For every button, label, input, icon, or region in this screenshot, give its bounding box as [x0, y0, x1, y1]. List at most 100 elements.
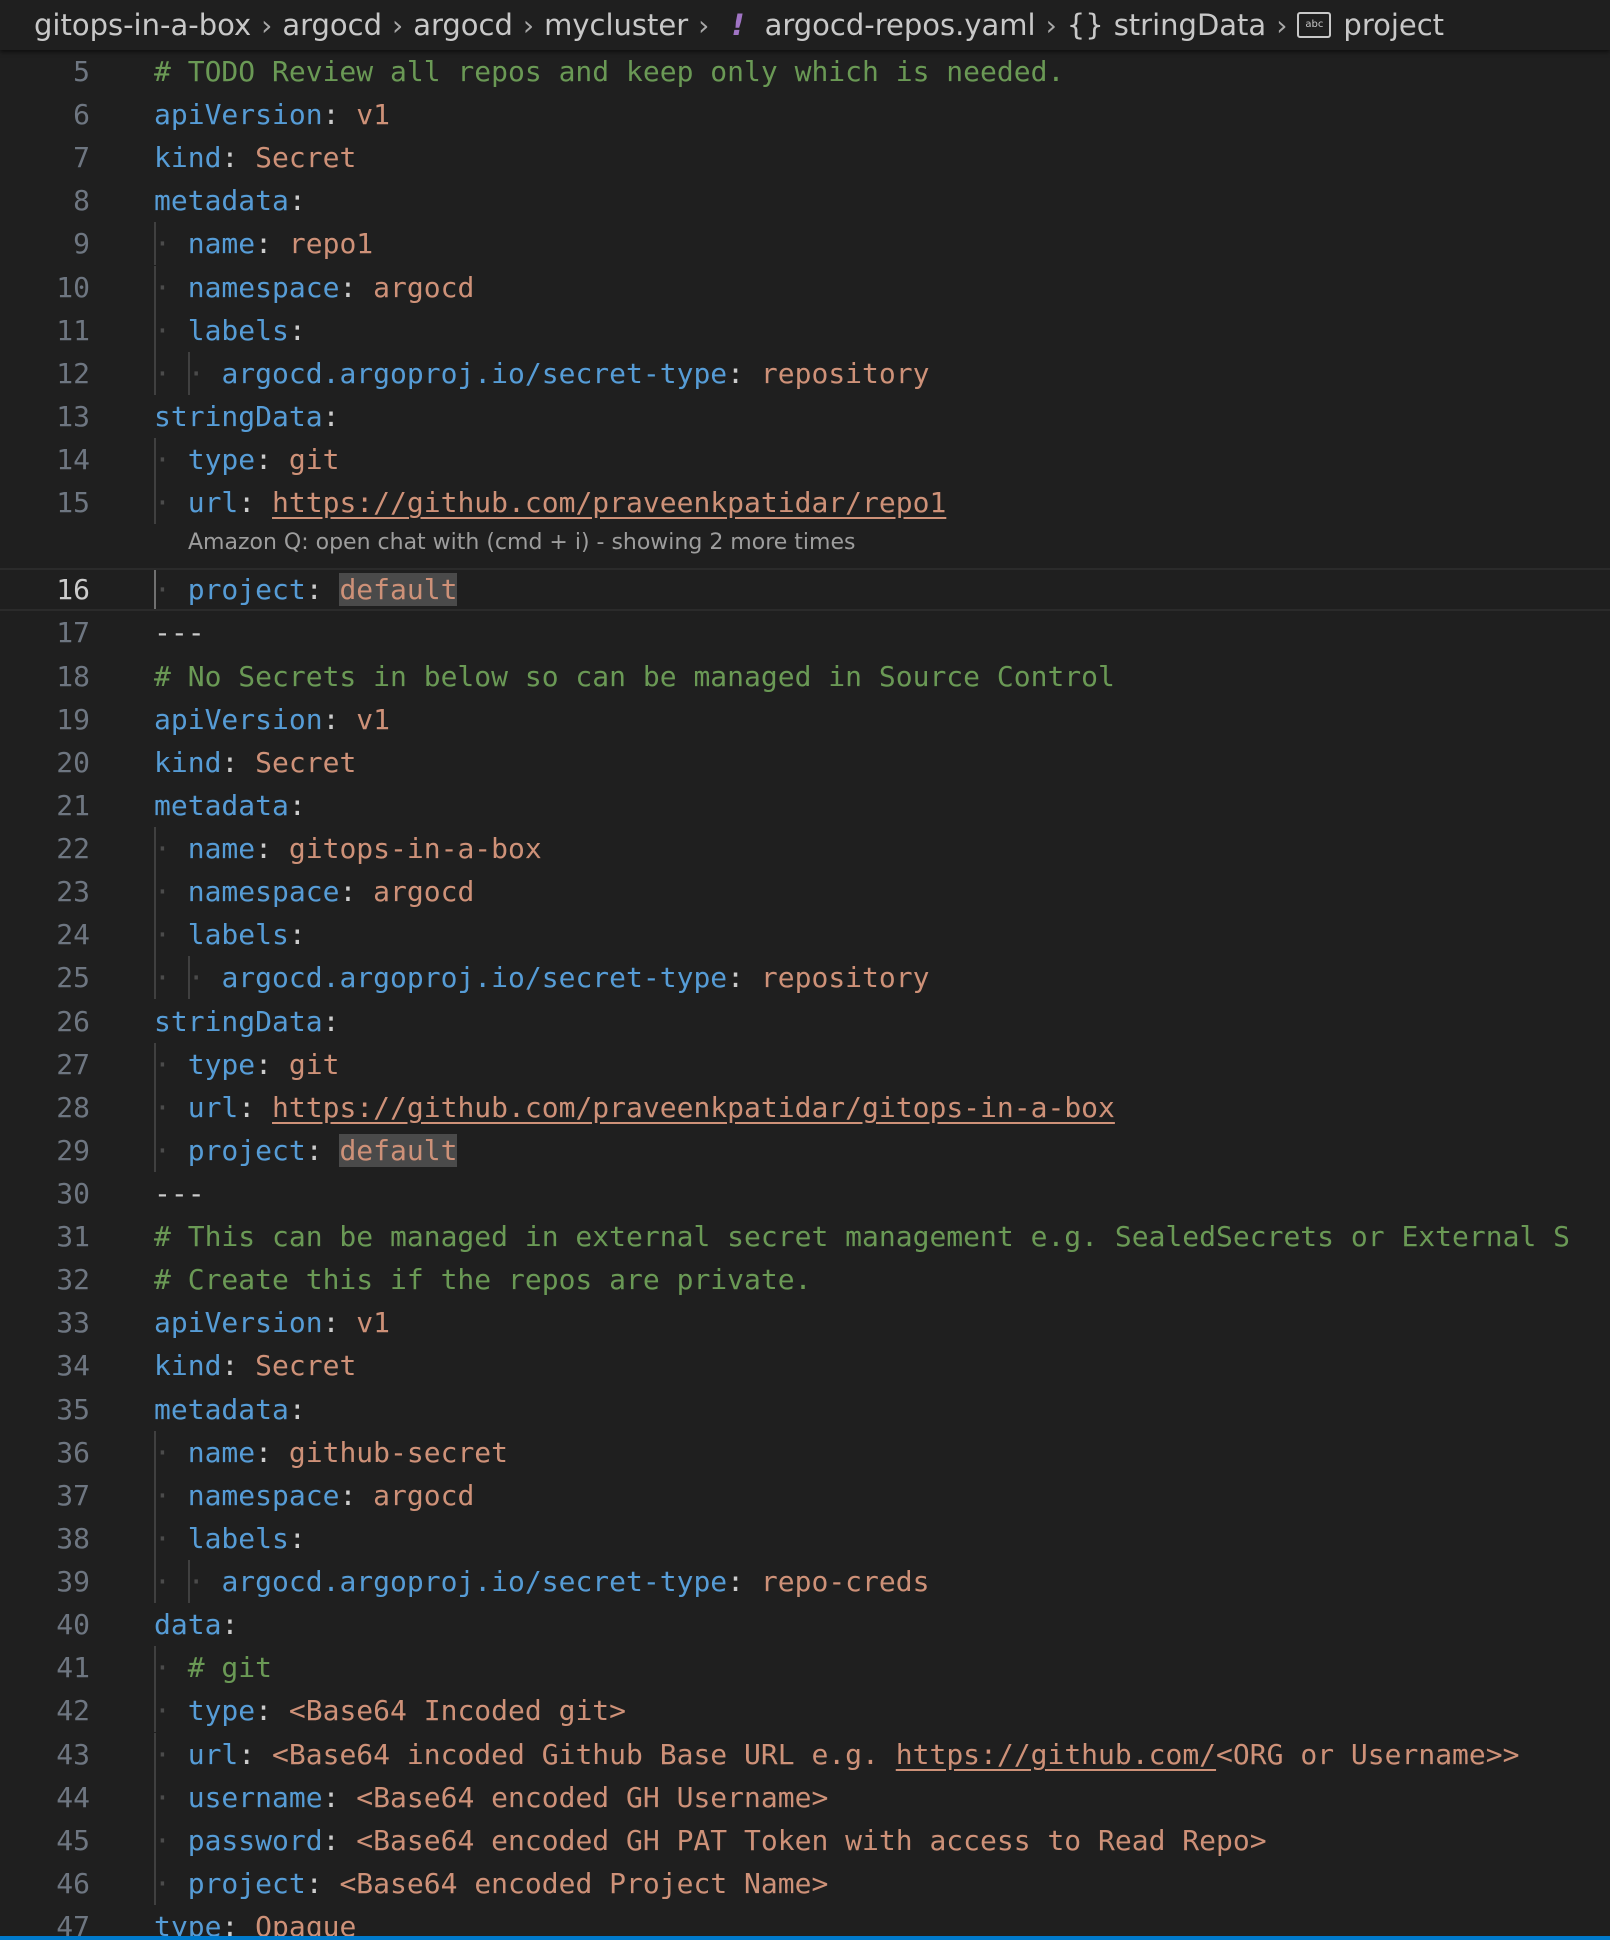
breadcrumb-item[interactable]: argocd [413, 8, 513, 42]
yaml-value: repo-creds [760, 1565, 930, 1599]
code-line[interactable]: 15 · url: https://github.com/praveenkpati… [0, 481, 1610, 525]
code-text: · labels: [154, 1517, 306, 1560]
breadcrumb-label: argocd [282, 8, 383, 42]
code-line[interactable]: 17 --- [0, 611, 1610, 654]
line-number: 13 [56, 399, 90, 433]
breadcrumb-label: argocd [413, 8, 513, 42]
code-line[interactable]: 36 · name: github-secret [0, 1430, 1610, 1474]
code-line[interactable]: 32 # Create this if the repos are private… [0, 1258, 1610, 1301]
code-line[interactable]: 27 · type: git [0, 1042, 1610, 1086]
whitespace-marker: · [154, 1651, 188, 1685]
code-line[interactable]: 30 --- [0, 1172, 1610, 1215]
code-line[interactable]: 8 metadata: [0, 179, 1610, 222]
code-text: data: [154, 1603, 238, 1646]
whitespace-marker: · [154, 270, 188, 304]
code-token: : [288, 918, 306, 952]
breadcrumb-item[interactable]: abc project [1297, 8, 1444, 42]
line-number: 40 [56, 1608, 90, 1642]
line-number: 42 [56, 1694, 90, 1728]
code-token: : [322, 399, 340, 433]
code-line[interactable]: 31 # This can be managed in external secr… [0, 1215, 1610, 1258]
code-token: : [339, 1478, 374, 1512]
yaml-value: gitops-in-a-box [288, 832, 542, 866]
line-number: 17 [56, 616, 90, 650]
code-line[interactable]: 10 · namespace: argocd [0, 265, 1610, 309]
code-line[interactable]: 37 · namespace: argocd [0, 1473, 1610, 1517]
yaml-key: stringData [154, 1004, 323, 1038]
code-token: : [288, 1392, 306, 1426]
code-line[interactable]: 34 kind: Secret [0, 1344, 1610, 1387]
whitespace-marker: · [154, 1780, 188, 1814]
string-icon: abc [1297, 12, 1332, 38]
code-line[interactable]: 13 stringData: [0, 395, 1610, 438]
breadcrumb-item[interactable]: argocd [282, 8, 382, 42]
code-line[interactable]: 33 apiVersion: v1 [0, 1301, 1610, 1344]
code-line[interactable]: 43 · url: <Base64 incoded Github Base URL… [0, 1732, 1610, 1776]
document-separator: --- [154, 616, 205, 650]
code-text: · project: default [154, 570, 458, 609]
breadcrumb-item[interactable]: ! argocd-repos.yaml [719, 8, 1035, 42]
code-line[interactable]: 18 # No Secrets in below so can be manage… [0, 655, 1610, 698]
yaml-value: Secret [255, 1349, 357, 1383]
code-token: : [221, 1349, 256, 1383]
breadcrumb-item[interactable]: {} stringData [1067, 8, 1266, 42]
yaml-value: git [288, 443, 340, 477]
breadcrumb-item[interactable]: gitops-in-a-box [34, 8, 251, 42]
yaml-key: metadata [154, 1392, 289, 1426]
code-line[interactable]: 26 stringData: [0, 1000, 1610, 1043]
line-number: 33 [56, 1306, 90, 1340]
code-line[interactable]: 42 · type: <Base64 Incoded git> [0, 1689, 1610, 1733]
code-line[interactable]: 20 kind: Secret [0, 741, 1610, 784]
code-line[interactable]: 45 · password: <Base64 encoded GH PAT Tok… [0, 1818, 1610, 1862]
code-line[interactable]: 28 · url: https://github.com/praveenkpati… [0, 1085, 1610, 1129]
line-number: 34 [56, 1349, 90, 1383]
line-number: 25 [56, 961, 90, 995]
code-token: : [288, 184, 306, 218]
url-link[interactable]: https://github.com/ [896, 1738, 1216, 1771]
code-line[interactable]: 35 metadata: [0, 1388, 1610, 1431]
line-number: 41 [56, 1651, 90, 1685]
yaml-value: repository [760, 961, 930, 995]
code-line[interactable]: 12 · · argocd.argoproj.io/secret-type: re… [0, 351, 1610, 395]
code-line[interactable]: 21 metadata: [0, 784, 1610, 827]
code-text: · namespace: argocd [154, 870, 474, 913]
code-line[interactable]: 6 apiVersion: v1 [0, 93, 1610, 136]
line-number: 36 [56, 1435, 90, 1469]
yaml-key: kind [154, 745, 222, 779]
line-number: 8 [73, 184, 90, 218]
code-token: : [727, 961, 761, 995]
code-line[interactable]: 23 · namespace: argocd [0, 870, 1610, 914]
code-line[interactable]: 39 · · argocd.argoproj.io/secret-type: re… [0, 1560, 1610, 1604]
line-number: 46 [56, 1866, 90, 1900]
line-number: 39 [56, 1565, 90, 1599]
code-text: --- [154, 611, 205, 654]
code-line[interactable]: 29 · project: default [0, 1128, 1610, 1172]
url-link[interactable]: https://github.com/praveenkpatidar/repo1 [272, 486, 946, 519]
code-text: · project: <Base64 encoded Project Name> [154, 1862, 828, 1905]
code-editor[interactable]: Amazon Q: open chat with (cmd + i) - sho… [0, 50, 1610, 1940]
code-line[interactable]: 7 kind: Secret [0, 136, 1610, 179]
code-line[interactable]: 16 · project: default [0, 568, 1610, 612]
code-text: · type: git [154, 438, 339, 481]
line-number: 45 [56, 1823, 90, 1857]
code-line[interactable]: 5 # TODO Review all repos and keep only w… [0, 50, 1610, 93]
code-line[interactable]: 38 · labels: [0, 1516, 1610, 1560]
code-line[interactable]: 25 · · argocd.argoproj.io/secret-type: re… [0, 956, 1610, 1000]
code-line[interactable]: 11 · labels: [0, 308, 1610, 352]
code-line[interactable]: 46 · project: <Base64 encoded Project Nam… [0, 1861, 1610, 1905]
code-line[interactable]: 44 · username: <Base64 encoded GH Usernam… [0, 1775, 1610, 1819]
code-line[interactable]: 22 · name: gitops-in-a-box [0, 827, 1610, 871]
code-token: : [255, 1047, 289, 1081]
code-line[interactable]: 24 · labels: [0, 913, 1610, 957]
code-token: : [305, 573, 340, 607]
whitespace-marker: · [154, 573, 188, 607]
code-line[interactable]: 47 type: Opaque [0, 1905, 1610, 1940]
line-number: 9 [73, 227, 90, 261]
code-line[interactable]: 14 · type: git [0, 438, 1610, 482]
code-line[interactable]: 41 · # git [0, 1646, 1610, 1690]
url-link[interactable]: https://github.com/praveenkpatidar/gitop… [272, 1091, 1115, 1124]
breadcrumb-item[interactable]: mycluster [544, 8, 688, 42]
code-line[interactable]: 9 · name: repo1 [0, 222, 1610, 266]
code-line[interactable]: 40 data: [0, 1603, 1610, 1646]
code-line[interactable]: 19 apiVersion: v1 [0, 698, 1610, 741]
